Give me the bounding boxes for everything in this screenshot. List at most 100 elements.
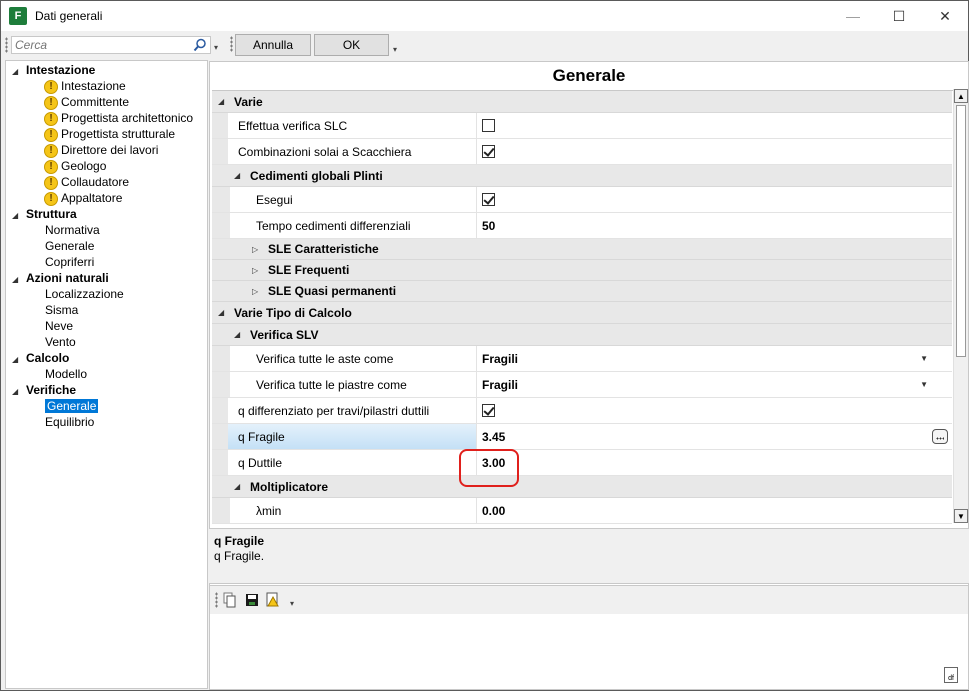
property-row[interactable]: q Fragile 3.45 xyxy=(212,424,952,450)
tree-item[interactable]: Modello xyxy=(45,366,87,382)
scroll-down-button[interactable]: ▼ xyxy=(954,509,968,523)
toolbar-grip-icon[interactable] xyxy=(230,36,233,52)
collapse-arrow-icon[interactable]: ◢ xyxy=(12,384,24,400)
vertical-scrollbar[interactable]: ▲ ▼ xyxy=(953,89,968,523)
tree-group[interactable]: ◢ Intestazione xyxy=(6,62,95,78)
category-row[interactable]: ▷ SLE Caratteristiche xyxy=(212,239,952,260)
category-label: SLE Frequenti xyxy=(268,263,350,277)
ok-button[interactable]: OK xyxy=(314,34,389,56)
indent-strip xyxy=(212,398,228,423)
collapse-arrow-icon[interactable]: ◢ xyxy=(12,64,24,80)
property-checkbox[interactable] xyxy=(482,139,952,164)
toolbar-grip-icon[interactable] xyxy=(215,592,218,608)
tree-item[interactable]: Equilibrio xyxy=(45,414,94,430)
tree-item[interactable]: ! Progettista architettonico xyxy=(44,110,193,126)
property-row[interactable]: λmin 0.00 xyxy=(212,498,952,524)
document-icon[interactable]: df xyxy=(944,667,958,683)
tree-group[interactable]: ◢ Struttura xyxy=(6,206,77,222)
tree-item[interactable]: ! Collaudatore xyxy=(44,174,129,190)
tree-group[interactable]: ◢ Calcolo xyxy=(6,350,69,366)
warning-icon: ! xyxy=(44,79,58,94)
overflow-arrow-icon[interactable]: ▾ xyxy=(214,43,218,52)
warning-icon: ! xyxy=(44,175,58,190)
tree-item[interactable]: Localizzazione xyxy=(45,286,124,302)
property-checkbox[interactable] xyxy=(482,113,952,138)
collapse-arrow-icon[interactable]: ◢ xyxy=(12,352,24,368)
tree-item[interactable]: Vento xyxy=(45,334,76,350)
tree-item[interactable]: Sisma xyxy=(45,302,78,318)
collapse-arrow-icon[interactable]: ◢ xyxy=(218,308,230,317)
tree-item[interactable]: ! Direttore dei lavori xyxy=(44,142,158,158)
property-row[interactable]: Tempo cedimenti differenziali 50 xyxy=(212,213,952,239)
expand-arrow-icon[interactable]: ▷ xyxy=(252,245,264,254)
property-row[interactable]: q Duttile 3.00 xyxy=(212,450,952,476)
tree-item[interactable]: Generale xyxy=(45,398,99,414)
collapse-arrow-icon[interactable]: ◢ xyxy=(218,97,230,106)
category-row[interactable]: ◢ Varie Tipo di Calcolo xyxy=(212,302,952,324)
tree-item-label: Copriferri xyxy=(45,255,95,269)
close-button[interactable]: ✕ xyxy=(922,1,968,31)
tree-item[interactable]: Copriferri xyxy=(45,254,94,270)
save-icon[interactable] xyxy=(245,592,259,608)
category-row[interactable]: ◢ Moltiplicatore xyxy=(212,476,952,498)
search-input[interactable] xyxy=(15,37,185,53)
minimize-button[interactable]: — xyxy=(830,1,876,31)
bottom-pane: ▾ xyxy=(209,585,969,690)
property-checkbox[interactable] xyxy=(482,398,952,423)
collapse-arrow-icon[interactable]: ◢ xyxy=(234,171,246,180)
tree-item-label: Modello xyxy=(45,367,88,381)
tree-item[interactable]: ! Committente xyxy=(44,94,129,110)
tree-item[interactable]: Normativa xyxy=(45,222,100,238)
overflow-arrow-icon[interactable]: ▾ xyxy=(290,599,294,608)
tree-group[interactable]: ◢ Azioni naturali xyxy=(6,270,109,286)
collapse-arrow-icon[interactable]: ◢ xyxy=(234,330,246,339)
collapse-arrow-icon[interactable]: ◢ xyxy=(12,208,24,224)
expand-arrow-icon[interactable]: ▷ xyxy=(252,266,264,275)
checkbox-checked[interactable] xyxy=(482,193,495,206)
toolbar-grip-icon[interactable] xyxy=(5,37,8,53)
tree-item[interactable]: Neve xyxy=(45,318,73,334)
overflow-arrow-icon[interactable]: ▾ xyxy=(393,45,397,54)
calculator-icon[interactable] xyxy=(932,429,948,444)
tree-item[interactable]: ! Intestazione xyxy=(44,78,126,94)
property-dropdown[interactable]: Fragili ▼ xyxy=(482,372,952,397)
maximize-button[interactable]: ☐ xyxy=(876,1,922,31)
tree-item[interactable]: Generale xyxy=(45,238,94,254)
category-row[interactable]: ◢ Verifica SLV xyxy=(212,324,952,346)
report-warning-icon[interactable] xyxy=(266,592,280,608)
property-value[interactable]: 3.00 xyxy=(482,450,952,475)
category-row[interactable]: ▷ SLE Frequenti xyxy=(212,260,952,281)
dropdown-arrow-icon[interactable]: ▼ xyxy=(920,354,928,363)
dropdown-arrow-icon[interactable]: ▼ xyxy=(920,380,928,389)
property-checkbox[interactable] xyxy=(482,187,952,212)
tree-item[interactable]: ! Appaltatore xyxy=(44,190,122,206)
property-row[interactable]: Verifica tutte le aste come Fragili ▼ xyxy=(212,346,952,372)
property-row[interactable]: q differenziato per travi/pilastri dutti… xyxy=(212,398,952,424)
property-value[interactable]: 50 xyxy=(482,213,952,238)
property-row[interactable]: Combinazioni solai a Scacchiera xyxy=(212,139,952,165)
scroll-up-button[interactable]: ▲ xyxy=(954,89,968,103)
property-value[interactable]: 0.00 xyxy=(482,498,952,523)
checkbox-checked[interactable] xyxy=(482,145,495,158)
checkbox-checked[interactable] xyxy=(482,404,495,417)
tree-item[interactable]: ! Progettista strutturale xyxy=(44,126,175,142)
category-row[interactable]: ▷ SLE Quasi permanenti xyxy=(212,281,952,302)
tree-item[interactable]: ! Geologo xyxy=(44,158,106,174)
scroll-thumb[interactable] xyxy=(956,105,966,357)
checkbox-unchecked[interactable] xyxy=(482,119,495,132)
tree-group[interactable]: ◢ Verifiche xyxy=(6,382,76,398)
cancel-button[interactable]: Annulla xyxy=(235,34,311,56)
property-value[interactable]: 3.45 xyxy=(482,424,952,449)
property-row[interactable]: Effettua verifica SLC xyxy=(212,113,952,139)
collapse-arrow-icon[interactable]: ◢ xyxy=(12,272,24,288)
property-row[interactable]: Esegui xyxy=(212,187,952,213)
copy-icon[interactable] xyxy=(223,592,237,608)
search-icon[interactable] xyxy=(193,38,207,52)
collapse-arrow-icon[interactable]: ◢ xyxy=(234,482,246,491)
category-row[interactable]: ◢ Varie xyxy=(212,91,952,113)
property-dropdown[interactable]: Fragili ▼ xyxy=(482,346,952,371)
expand-arrow-icon[interactable]: ▷ xyxy=(252,287,264,296)
tree-item-label: Committente xyxy=(61,95,130,109)
property-row[interactable]: Verifica tutte le piastre come Fragili ▼ xyxy=(212,372,952,398)
category-row[interactable]: ◢ Cedimenti globali Plinti xyxy=(212,165,952,187)
